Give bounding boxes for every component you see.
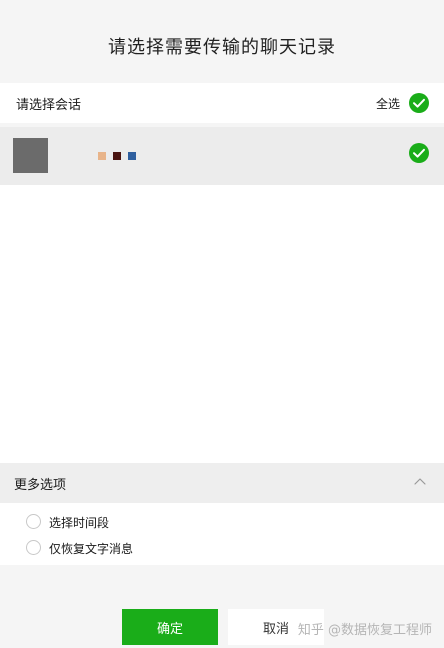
select-all-label[interactable]: 全选 xyxy=(376,95,400,112)
checkmark-icon xyxy=(413,98,425,108)
session-section-header: 请选择会话 全选 xyxy=(0,83,444,123)
more-options-label: 更多选项 xyxy=(14,478,67,493)
avatar xyxy=(13,138,48,173)
checkmark-icon xyxy=(413,148,425,158)
select-all-checkbox[interactable] xyxy=(409,93,429,113)
redacted-name-block xyxy=(98,152,106,160)
more-options-header[interactable]: 更多选项 xyxy=(0,463,444,503)
radio-button[interactable] xyxy=(26,514,41,529)
watermark-text: 知乎 @数据恢复工程师 xyxy=(297,623,432,638)
option-label: 仅恢复文字消息 xyxy=(49,542,134,556)
chat-checkbox[interactable] xyxy=(409,143,429,163)
option-label: 选择时间段 xyxy=(49,516,110,530)
radio-button[interactable] xyxy=(26,540,41,555)
session-section-label: 请选择会话 xyxy=(16,98,82,113)
dialog-title: 请选择需要传输的聊天记录 xyxy=(108,37,336,58)
chevron-up-icon[interactable] xyxy=(414,477,426,485)
chat-list-empty-area xyxy=(0,185,444,463)
chat-list-item[interactable] xyxy=(0,127,444,185)
more-options-panel: 选择时间段 仅恢复文字消息 xyxy=(0,503,444,565)
redacted-name-block xyxy=(113,152,121,160)
confirm-button[interactable]: 确定 xyxy=(122,609,218,645)
redacted-name-block xyxy=(128,152,136,160)
